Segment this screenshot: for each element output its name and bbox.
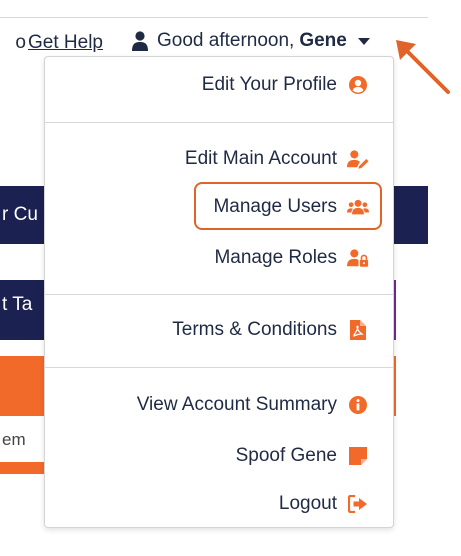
background-orange-bottom	[0, 462, 48, 474]
menu-item-logout[interactable]: Logout	[279, 488, 369, 520]
menu-item-label: View Account Summary	[136, 394, 337, 415]
background-orange-block	[0, 356, 48, 416]
user-name: Gene	[299, 30, 347, 51]
user-dropdown-menu: Edit Your Profile Edit Main Account Mana…	[44, 56, 394, 528]
menu-item-edit-main-account[interactable]: Edit Main Account	[185, 143, 369, 175]
menu-item-view-account-summary[interactable]: View Account Summary	[137, 389, 369, 421]
manage-users-highlight	[194, 182, 382, 230]
menu-item-terms-and-conditions[interactable]: Terms & Conditions	[172, 314, 369, 346]
get-help-link[interactable]: Get Help	[28, 32, 103, 54]
user-menu-toggle[interactable]: Good afternoon, Gene	[131, 30, 370, 52]
info-circle-icon	[347, 394, 369, 416]
user-edit-icon	[347, 148, 369, 170]
sticky-note-icon	[347, 445, 369, 467]
menu-item-label: Logout	[278, 493, 337, 514]
greeting-text: Good afternoon,	[157, 30, 295, 51]
menu-item-label: Manage Roles	[214, 247, 337, 268]
menu-item-label: Terms & Conditions	[172, 319, 337, 340]
menu-item-label: Spoof Gene	[235, 445, 337, 466]
user-icon	[132, 31, 148, 51]
menu-item-label: Edit Your Profile	[201, 74, 337, 95]
menu-divider	[45, 367, 393, 368]
background-navy-box-text: t Ta	[2, 294, 33, 315]
file-pdf-icon	[347, 319, 369, 341]
user-circle-icon	[347, 74, 369, 96]
caret-down-icon[interactable]	[357, 37, 370, 45]
user-lock-icon	[347, 247, 369, 269]
cut-off-text: o	[15, 32, 26, 53]
menu-item-label: Edit Main Account	[184, 148, 337, 169]
background-navy-bar-text: r Cu	[2, 204, 38, 225]
background-text: em	[2, 430, 26, 449]
annotation-arrow-icon	[396, 40, 450, 94]
menu-item-edit-your-profile[interactable]: Edit Your Profile	[202, 69, 369, 101]
menu-divider	[45, 294, 393, 295]
top-divider	[0, 17, 428, 18]
menu-item-spoof-gene[interactable]: Spoof Gene	[236, 440, 369, 472]
menu-item-manage-roles[interactable]: Manage Roles	[214, 242, 369, 274]
menu-divider	[45, 122, 393, 123]
sign-out-icon	[347, 493, 369, 515]
